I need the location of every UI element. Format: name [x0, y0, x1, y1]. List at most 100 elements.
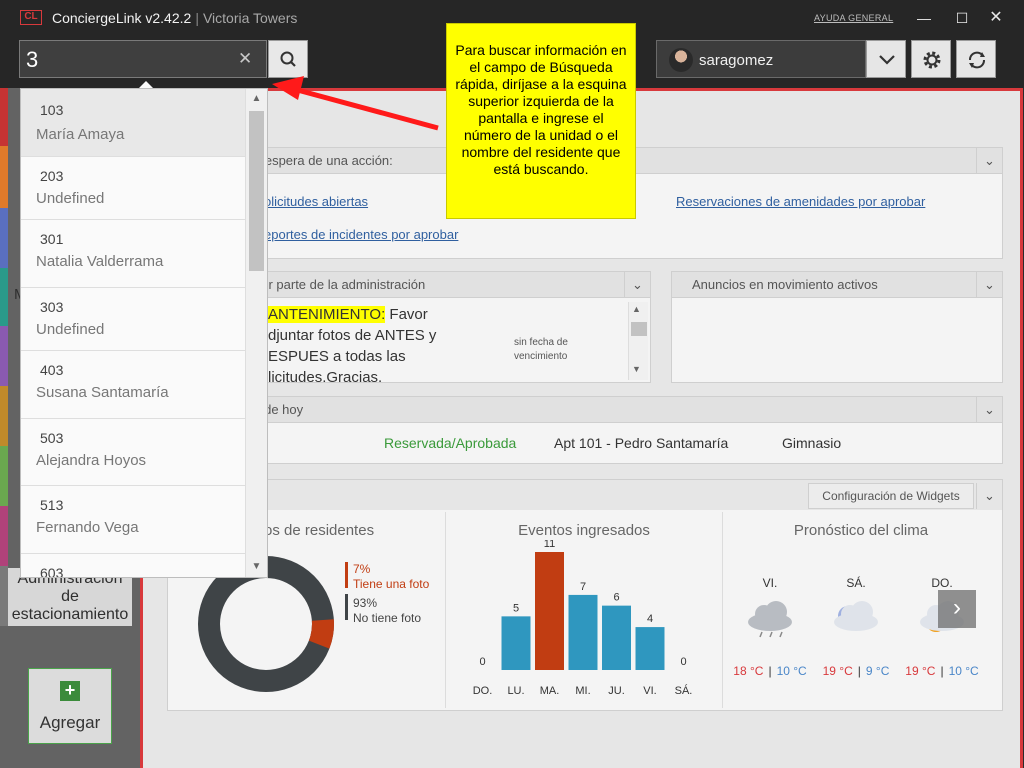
chevron-down-icon[interactable]: ⌄: [976, 397, 1002, 423]
plus-icon: +: [60, 681, 80, 701]
maximize-icon[interactable]: ☐: [952, 8, 972, 28]
chevron-down-icon[interactable]: ⌄: [624, 272, 650, 298]
events-bar-chart: 0 DO. 5 LU. 11 MA. 7 MI. 6 JU. 4 VI. 0 SÁ.: [473, 540, 693, 697]
settings-button[interactable]: [911, 40, 951, 78]
admin-notes-title-text: por parte de la administración: [254, 277, 426, 292]
note-line: djuntar fotos de ANTES y: [268, 327, 437, 344]
reservation-apartment[interactable]: Apt 101 - Pedro Santamaría: [554, 435, 728, 451]
notes-scrollbar[interactable]: ▲ ▼: [628, 302, 648, 380]
user-name: saragomez: [699, 52, 774, 69]
chevron-down-icon: [879, 55, 895, 65]
result-unit: 603: [40, 565, 64, 578]
annotation-arrow: [272, 76, 439, 131]
search-result-item[interactable]: 203 Undefined: [21, 157, 245, 220]
open-requests-link[interactable]: olicitudes abiertas: [264, 194, 368, 209]
chevron-down-icon[interactable]: ⌄: [976, 483, 1002, 509]
donut-without-photo: [198, 556, 334, 692]
search-result-item[interactable]: 303 Undefined: [21, 288, 245, 351]
refresh-button[interactable]: [956, 40, 996, 78]
chevron-down-icon[interactable]: ⌄: [976, 148, 1002, 174]
widgets-panel: Configuración de Widgets ⌄ os de residen…: [167, 479, 1003, 711]
forecast-day: DO.: [931, 576, 953, 590]
scroll-up-icon[interactable]: ▲: [632, 304, 641, 314]
temp-separator: |: [857, 664, 861, 678]
search-result-item[interactable]: 301 Natalia Valderrama: [21, 220, 245, 288]
search-result-item[interactable]: 403 Susana Santamaría: [21, 351, 245, 419]
result-name: Fernando Vega: [36, 519, 139, 536]
note-line: Favor: [385, 306, 428, 323]
general-help-link[interactable]: AYUDA GENERAL: [814, 13, 893, 23]
bar-value-label: 7: [580, 581, 586, 593]
weather-widget-title: Pronóstico del clima: [793, 522, 929, 539]
nav-stripe: [0, 208, 8, 268]
quick-search-input[interactable]: 3 ✕: [19, 40, 267, 78]
note-highlight: ANTENIMIENTO:: [268, 306, 386, 323]
minimize-icon[interactable]: —: [914, 8, 934, 28]
add-button[interactable]: + Agregar: [28, 668, 112, 744]
clear-search-icon[interactable]: ✕: [238, 49, 252, 69]
title-separator: |: [195, 10, 199, 26]
user-menu[interactable]: saragomez: [656, 40, 866, 78]
bar-category-label: LU.: [507, 685, 524, 697]
amenity-reservations-link[interactable]: Reservaciones de amenidades por aprobar: [676, 194, 925, 209]
result-unit: 503: [40, 430, 64, 446]
nav-stripe: [0, 268, 8, 326]
bar-category-label: DO.: [473, 685, 493, 697]
result-name: Natalia Valderrama: [36, 253, 164, 270]
result-name: María Amaya: [36, 126, 125, 143]
window-title: ConciergeLink v2.42.2 | Victoria Towers: [52, 10, 297, 26]
app-name: ConciergeLink v2.42.2: [52, 10, 192, 26]
event-bar: [568, 594, 598, 670]
admin-note-text: ANTENIMIENTO: Favor djuntar fotos de ANT…: [268, 304, 508, 388]
add-label: Agregar: [39, 713, 101, 732]
close-icon[interactable]: ✕: [986, 8, 1006, 28]
result-unit: 403: [40, 362, 64, 378]
result-name: Undefined: [36, 190, 105, 207]
temp-separator: |: [940, 664, 944, 678]
nav-stripe: [0, 386, 8, 446]
moving-announcements-title: Anuncios en movimiento activos: [672, 272, 1002, 298]
bar-category-label: MI.: [575, 685, 590, 697]
temp-low: 10 °C: [776, 664, 807, 678]
bar-value-label: 11: [544, 540, 555, 550]
bar-value-label: 6: [613, 592, 619, 604]
bar-value-label: 0: [680, 656, 686, 668]
moving-title-text: Anuncios en movimiento activos: [692, 277, 878, 292]
event-bar: [635, 627, 665, 670]
without-photo-label: No tiene foto: [353, 611, 422, 625]
temp-low: 9 °C: [865, 664, 890, 678]
scroll-down-icon[interactable]: ▼: [249, 560, 264, 574]
today-reservations-panel: s de hoy ⌄ Reservada/Aprobada Apt 101 - …: [167, 396, 1003, 464]
result-name: Alejandra Hoyos: [36, 452, 147, 469]
temp-high: 19 °C: [905, 664, 936, 678]
with-photo-label: Tiene una foto: [353, 577, 430, 591]
search-result-item[interactable]: 603: [21, 554, 245, 578]
help-callout: Para buscar información en el campo de B…: [446, 23, 636, 219]
temp-high: 18 °C: [733, 664, 764, 678]
scroll-thumb[interactable]: [631, 322, 647, 336]
widget-divider: [445, 512, 446, 708]
search-result-item[interactable]: 103 María Amaya: [21, 89, 245, 157]
widget-config-button[interactable]: Configuración de Widgets: [808, 483, 974, 509]
user-dropdown-button[interactable]: [866, 40, 906, 78]
chevron-down-icon[interactable]: ⌄: [976, 272, 1002, 298]
incident-reports-link[interactable]: eportes de incidentes por aprobar: [264, 227, 458, 242]
nav-stripe: [0, 88, 8, 146]
nav-stripe: [0, 506, 8, 566]
forecast-day: VI.: [762, 576, 778, 590]
result-name: Susana Santamaría: [36, 384, 169, 401]
temp-high: 19 °C: [822, 664, 853, 678]
next-forecast-button[interactable]: ›: [938, 590, 976, 628]
search-results-dropdown: 103 María Amaya 203 Undefined 301 Natalia Val…: [20, 88, 268, 578]
legend-with-photo: 7% 93% Tiene una foto: [353, 562, 429, 592]
results-scrollbar[interactable]: ▲ ▼: [245, 89, 267, 577]
bar-value-label: 5: [513, 602, 519, 614]
search-result-item[interactable]: 503 Alejandra Hoyos: [21, 419, 245, 486]
scroll-down-icon[interactable]: ▼: [632, 364, 641, 374]
event-bar: [602, 605, 631, 670]
bar-category-label: MA.: [540, 685, 560, 697]
search-result-item[interactable]: 513 Fernando Vega: [21, 486, 245, 554]
result-unit: 301: [40, 231, 64, 247]
event-bar: [535, 552, 564, 670]
result-unit: 513: [40, 497, 64, 513]
